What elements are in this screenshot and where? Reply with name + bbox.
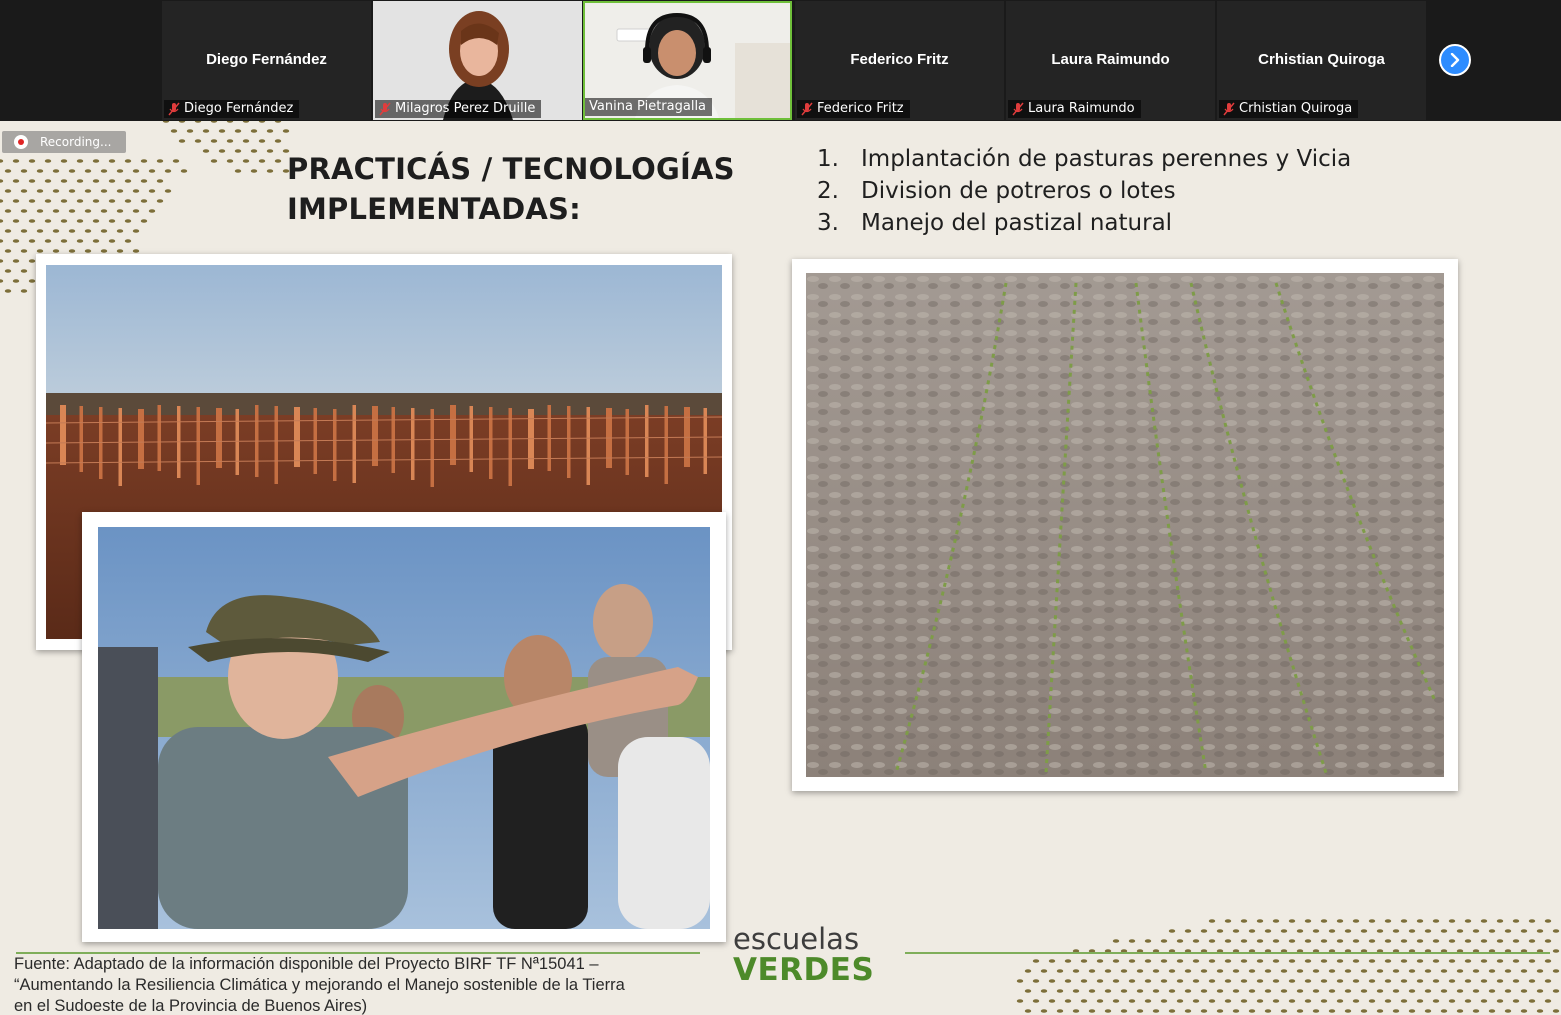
participant-label: Vanina Pietragalla — [585, 98, 713, 116]
participant-label-text: Vanina Pietragalla — [589, 99, 707, 114]
participant-label: Crhistian Quiroga — [1219, 100, 1359, 118]
participant-name: Laura Raimundo — [1051, 51, 1170, 68]
chevron-right-icon — [1450, 53, 1460, 67]
participant-name: Diego Fernández — [206, 51, 327, 68]
slide-title-line: IMPLEMENTADAS: — [287, 192, 581, 226]
slide-title-line: PRACTICÁS / TECNOLOGÍAS — [287, 152, 735, 186]
slide-title: PRACTICÁS / TECNOLOGÍAS IMPLEMENTADAS: — [287, 149, 747, 229]
participant-label: Milagros Perez Druille — [375, 100, 542, 118]
recording-indicator[interactable]: Recording... — [2, 131, 126, 153]
source-citation: Fuente: Adaptado de la información dispo… — [14, 954, 694, 1015]
participant-name: Federico Fritz — [850, 51, 949, 68]
source-line: Fuente: Adaptado de la información dispo… — [14, 955, 599, 973]
participant-tile-crhistian[interactable]: Crhistian Quiroga Crhistian Quiroga — [1217, 1, 1426, 120]
brand-divider-right — [905, 952, 1550, 954]
source-line: en el Sudoeste de la Provincia de Buenos… — [14, 997, 368, 1015]
practice-number: 3. — [817, 210, 839, 236]
practice-item: 3. Manejo del pastizal natural — [817, 207, 1497, 239]
recording-label: Recording... — [40, 135, 112, 149]
next-participants-button[interactable] — [1439, 44, 1471, 76]
participants-strip: Diego Fernández Diego Fernández Milagros… — [0, 0, 1561, 121]
participant-name: Crhistian Quiroga — [1258, 51, 1385, 68]
participant-label: Federico Fritz — [797, 100, 910, 118]
source-line: “Aumentando la Resiliencia Climática y m… — [14, 976, 625, 994]
field-rows-photo — [806, 273, 1444, 777]
practice-number: 2. — [817, 178, 839, 204]
brand-top: escuelas — [733, 922, 860, 956]
participant-tile-federico[interactable]: Federico Fritz Federico Fritz — [795, 1, 1004, 120]
participant-label-text: Federico Fritz — [817, 101, 904, 116]
practice-item: 1. Implantación de pasturas perennes y Vi… — [817, 143, 1497, 175]
muted-mic-icon — [168, 102, 180, 116]
people-photo — [98, 527, 710, 929]
brand-divider-left — [16, 952, 700, 954]
photo-frame-field — [792, 259, 1458, 791]
participant-label: Diego Fernández — [164, 100, 300, 118]
record-icon — [14, 135, 28, 149]
participant-tile-vanina[interactable]: Vanina Pietragalla — [583, 1, 792, 120]
participant-label-text: Laura Raimundo — [1028, 101, 1135, 116]
shared-screen-slide: Recording... PRACTICÁS / TECNOLOGÍAS IMP… — [0, 121, 1561, 1015]
muted-mic-icon — [1012, 102, 1024, 116]
escuelas-verdes-logo: escuelas VERDES — [733, 924, 874, 986]
practice-number: 1. — [817, 146, 839, 172]
participant-label-text: Milagros Perez Druille — [395, 101, 536, 116]
participant-label-text: Crhistian Quiroga — [1239, 101, 1353, 116]
practice-text: Implantación de pasturas perennes y Vici… — [861, 146, 1352, 172]
muted-mic-icon — [379, 102, 391, 116]
participant-label-text: Diego Fernández — [184, 101, 294, 116]
participant-label: Laura Raimundo — [1008, 100, 1141, 118]
practice-item: 2. Division de potreros o lotes — [817, 175, 1497, 207]
participant-tile-diego[interactable]: Diego Fernández Diego Fernández — [162, 1, 371, 120]
brand-bottom: VERDES — [733, 952, 875, 988]
practices-list: 1. Implantación de pasturas perennes y Vi… — [817, 143, 1497, 239]
muted-mic-icon — [1223, 102, 1235, 116]
photo-frame-people — [82, 512, 726, 942]
practice-text: Division de potreros o lotes — [861, 178, 1176, 204]
practice-text: Manejo del pastizal natural — [861, 210, 1173, 236]
participant-tile-milagros[interactable]: Milagros Perez Druille — [373, 1, 582, 120]
participant-tile-laura[interactable]: Laura Raimundo Laura Raimundo — [1006, 1, 1215, 120]
muted-mic-icon — [801, 102, 813, 116]
